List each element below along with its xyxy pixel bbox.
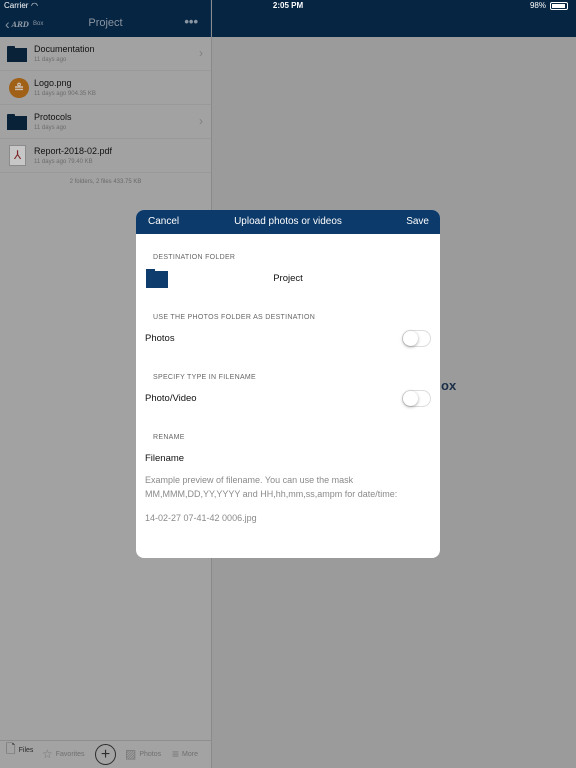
status-bar: Carrier ◠ 2:05 PM 98% xyxy=(0,0,576,12)
tab-photos[interactable]: ▨ Photos xyxy=(125,747,161,761)
chevron-right-icon: › xyxy=(199,114,203,128)
tab-bar: 🗋 Files ☆ Favorites + ▨ Photos ≡ More xyxy=(0,740,211,768)
file-name: Report-2018-02.pdf xyxy=(34,146,113,156)
image-file-icon: ≗ xyxy=(9,78,29,98)
tab-favorites[interactable]: ☆ Favorites xyxy=(42,747,85,761)
photo-icon: ▨ xyxy=(125,747,137,761)
list-item[interactable]: ≗ Logo.png 11 days ago 904.35 KB xyxy=(0,71,211,105)
folder-icon xyxy=(7,46,27,62)
filename-example-text: Example preview of filename. You can use… xyxy=(145,475,398,499)
filename-label: Filename xyxy=(145,453,185,464)
file-meta: 11 days ago xyxy=(34,125,67,131)
tab-more[interactable]: ≡ More xyxy=(172,747,198,761)
file-meta: 11 days ago xyxy=(34,57,67,63)
modal-title: Upload photos or videos xyxy=(234,216,342,227)
toggle-knob xyxy=(403,331,418,346)
list-item[interactable]: Protocols 11 days ago › xyxy=(0,105,211,139)
file-list: Documentation 11 days ago › ≗ Logo.png 1… xyxy=(0,37,211,173)
list-item[interactable]: Documentation 11 days ago › xyxy=(0,37,211,71)
star-icon: ☆ xyxy=(42,747,53,761)
type-toggle[interactable] xyxy=(402,390,431,407)
chevron-right-icon: › xyxy=(199,46,203,60)
tab-more-label: More xyxy=(182,750,198,758)
toggle-knob xyxy=(403,391,418,406)
destination-folder-name[interactable]: Project xyxy=(136,273,440,284)
battery-percent: 98% xyxy=(529,1,546,10)
add-button[interactable]: + xyxy=(95,744,116,765)
type-section-label: SPECIFY TYPE IN FILENAME xyxy=(153,374,257,381)
detail-placeholder-text: ox xyxy=(441,378,457,393)
file-meta: 11 days ago 79.40 KB xyxy=(34,159,93,165)
list-item[interactable]: ⅄ Report-2018-02.pdf 11 days ago 79.40 K… xyxy=(0,139,211,173)
file-name: Logo.png xyxy=(34,78,72,88)
tab-files[interactable]: 🗋 Files xyxy=(6,740,33,761)
filename-preview: 14-02-27 07-41-42 0006.jpg xyxy=(145,513,257,523)
rename-section-label: RENAME xyxy=(153,434,185,441)
page-title: Project xyxy=(88,17,123,29)
upload-modal: Cancel Upload photos or videos Save DEST… xyxy=(136,210,440,558)
tab-files-label: Files xyxy=(18,747,34,754)
photos-label: Photos xyxy=(145,333,175,344)
type-label: Photo/Video xyxy=(145,393,197,404)
destination-section-label: DESTINATION FOLDER xyxy=(153,254,236,261)
photos-toggle[interactable] xyxy=(402,330,431,347)
modal-header: Cancel Upload photos or videos Save xyxy=(136,210,440,234)
tab-photos-label: Photos xyxy=(139,750,162,758)
document-icon: 🗋 xyxy=(6,742,16,756)
battery-icon xyxy=(550,2,568,10)
file-name: Documentation xyxy=(34,44,95,54)
clock: 2:05 PM xyxy=(272,1,304,10)
file-name: Protocols xyxy=(34,112,72,122)
more-options-icon[interactable]: ••• xyxy=(184,14,198,29)
pdf-file-icon: ⅄ xyxy=(9,145,26,166)
folder-icon xyxy=(7,114,27,130)
menu-icon: ≡ xyxy=(172,747,180,761)
save-button[interactable]: Save xyxy=(406,216,429,227)
folder-summary: 2 folders, 2 files 433.75 KB xyxy=(69,179,142,185)
file-meta: 11 days ago 904.35 KB xyxy=(34,91,96,97)
photos-section-label: USE THE PHOTOS FOLDER AS DESTINATION xyxy=(153,314,316,321)
tab-favorites-label: Favorites xyxy=(55,750,85,758)
